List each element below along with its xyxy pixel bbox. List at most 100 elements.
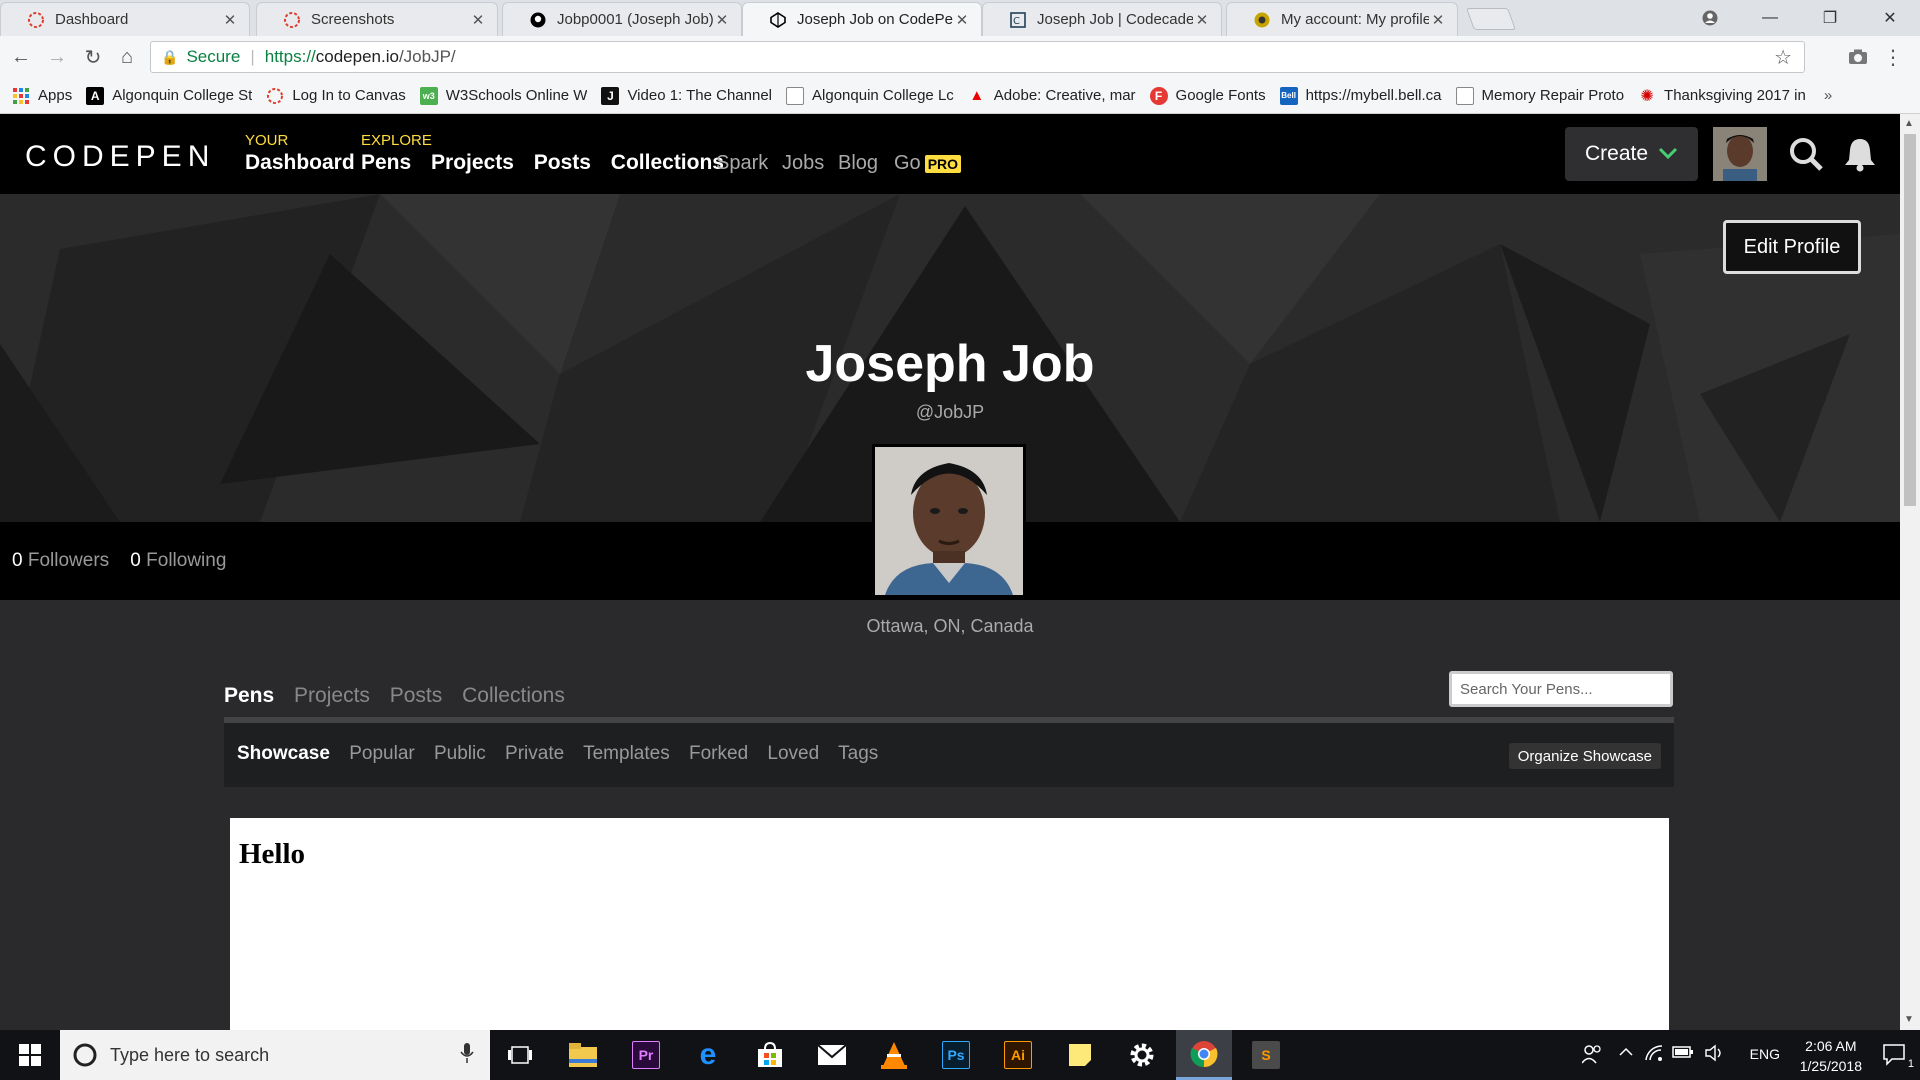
bookmark-apps[interactable]: Apps	[12, 87, 72, 105]
subtab-loved[interactable]: Loved	[767, 743, 819, 764]
sticky-notes-icon[interactable]	[1052, 1030, 1108, 1080]
close-icon[interactable]: ✕	[1193, 11, 1211, 29]
camera-icon[interactable]	[1845, 44, 1871, 70]
tab-posts[interactable]: Posts	[390, 684, 443, 707]
browser-tab-codepen[interactable]: Joseph Job on CodePen ✕	[742, 2, 982, 36]
scroll-down-arrow-icon[interactable]: ▼	[1904, 1014, 1914, 1025]
bookmark-memory-repair[interactable]: Memory Repair Proto	[1455, 86, 1624, 105]
nav-spark[interactable]: Spark	[716, 152, 768, 175]
mail-icon[interactable]	[804, 1030, 860, 1080]
bookmark-label: W3Schools Online W	[445, 87, 588, 104]
illustrator-icon[interactable]: Ai	[990, 1030, 1046, 1080]
followers-link[interactable]: 0 Followers	[12, 550, 109, 571]
microphone-icon[interactable]	[460, 1042, 474, 1069]
codepen-logo[interactable]: CODEPEN	[25, 140, 215, 174]
scroll-up-arrow-icon[interactable]: ▲	[1904, 118, 1914, 129]
nav-blog[interactable]: Blog	[838, 152, 878, 175]
avatar[interactable]	[1713, 127, 1767, 181]
windows-start-button[interactable]	[0, 1030, 60, 1080]
battery-icon[interactable]	[1672, 1045, 1694, 1062]
subtab-popular[interactable]: Popular	[349, 743, 415, 764]
close-icon[interactable]: ✕	[221, 11, 239, 29]
profile-name: Joseph Job	[805, 335, 1095, 393]
nav-dashboard[interactable]: Dashboard	[245, 151, 355, 174]
store-icon[interactable]	[742, 1030, 798, 1080]
close-icon[interactable]: ✕	[953, 11, 971, 29]
chevron-up-icon[interactable]	[1618, 1044, 1634, 1063]
close-icon[interactable]: ✕	[1429, 11, 1447, 29]
nav-collections[interactable]: Collections	[611, 151, 724, 174]
bookmark-algonquin-lc[interactable]: Algonquin College Lc	[786, 86, 954, 105]
file-explorer-icon[interactable]	[555, 1030, 611, 1080]
taskbar-clock[interactable]: 2:06 AM 1/25/2018	[1800, 1036, 1862, 1076]
new-tab-button[interactable]	[1465, 8, 1517, 30]
bookmark-star-icon[interactable]: ☆	[1774, 45, 1792, 70]
nav-pens[interactable]: Pens	[361, 151, 411, 174]
close-icon[interactable]: ✕	[469, 11, 487, 29]
following-link[interactable]: 0 Following	[130, 550, 226, 571]
bell-icon[interactable]	[1843, 136, 1879, 172]
bookmark-canvas[interactable]: Log In to Canvas	[266, 87, 406, 105]
chrome-icon[interactable]	[1176, 1030, 1232, 1080]
nav-jobs[interactable]: Jobs	[782, 152, 824, 175]
nav-projects[interactable]: Projects	[431, 151, 514, 174]
restore-button[interactable]: ❐	[1800, 0, 1860, 36]
bookmark-video[interactable]: J Video 1: The Channel	[601, 86, 772, 105]
close-icon[interactable]: ✕	[713, 11, 731, 29]
close-window-button[interactable]: ✕	[1860, 0, 1920, 36]
home-icon[interactable]: ⌂	[114, 44, 140, 70]
language-indicator[interactable]: ENG	[1750, 1046, 1780, 1062]
browser-tab-dashboard[interactable]: Dashboard ✕	[0, 2, 250, 36]
tab-pens[interactable]: Pens	[224, 684, 274, 707]
bookmark-w3schools[interactable]: w3 W3Schools Online W	[419, 86, 588, 105]
task-view-icon[interactable]	[492, 1030, 548, 1080]
minimize-button[interactable]: —	[1740, 0, 1800, 36]
tab-projects[interactable]: Projects	[294, 684, 370, 707]
subtab-templates[interactable]: Templates	[583, 743, 670, 764]
taskbar-search-box[interactable]: Type here to search	[60, 1030, 490, 1080]
subtab-showcase[interactable]: Showcase	[237, 743, 330, 764]
search-icon[interactable]	[1788, 136, 1824, 172]
forward-arrow-icon[interactable]: →	[44, 44, 70, 70]
subtab-public[interactable]: Public	[434, 743, 486, 764]
edit-profile-button[interactable]: Edit Profile	[1723, 220, 1861, 274]
browser-tab-my-account[interactable]: My account: My profile | ✕	[1226, 2, 1458, 36]
more-bookmarks-icon[interactable]: »	[1824, 87, 1832, 104]
bookmark-thanksgiving[interactable]: ✺ Thanksgiving 2017 in	[1638, 87, 1805, 105]
photoshop-icon[interactable]: Ps	[928, 1030, 984, 1080]
profile-icon[interactable]	[1680, 0, 1740, 36]
volume-icon[interactable]	[1704, 1044, 1724, 1065]
back-arrow-icon[interactable]: ←	[8, 44, 34, 70]
address-bar[interactable]: 🔒 Secure | https:// codepen.io /JobJP/ ☆	[150, 41, 1805, 73]
browser-tab-github[interactable]: Jobp0001 (Joseph Job) ✕	[502, 2, 742, 36]
edge-icon[interactable]: e	[680, 1030, 736, 1080]
bookmark-adobe[interactable]: ▲ Adobe: Creative, mar	[968, 87, 1135, 105]
page-scrollbar[interactable]: ▲ ▼	[1900, 114, 1920, 1030]
sublime-icon[interactable]: S	[1238, 1030, 1294, 1080]
browser-tab-codecademy[interactable]: C Joseph Job | Codecadem ✕	[982, 2, 1222, 36]
browser-tab-screenshots[interactable]: Screenshots ✕	[256, 2, 498, 36]
menu-icon[interactable]: ⋮	[1880, 44, 1906, 70]
subtab-tags[interactable]: Tags	[838, 743, 878, 764]
search-pens-input[interactable]	[1449, 671, 1673, 707]
subtab-private[interactable]: Private	[505, 743, 564, 764]
tab-collections[interactable]: Collections	[462, 684, 565, 707]
premiere-icon[interactable]: Pr	[618, 1030, 674, 1080]
bookmark-mybell[interactable]: Bell https://mybell.bell.ca	[1279, 86, 1442, 105]
settings-icon[interactable]	[1114, 1030, 1170, 1080]
reload-icon[interactable]: ↻	[80, 44, 106, 70]
nav-posts[interactable]: Posts	[534, 151, 591, 174]
vlc-icon[interactable]	[866, 1030, 922, 1080]
notifications-icon[interactable]	[1882, 1043, 1908, 1070]
scroll-thumb[interactable]	[1904, 134, 1916, 506]
bookmark-google-fonts[interactable]: F Google Fonts	[1149, 86, 1266, 105]
organize-showcase-button[interactable]: Organize Showcase	[1508, 743, 1661, 769]
bookmark-algonquin-st[interactable]: A Algonquin College St	[86, 86, 252, 105]
subtab-forked[interactable]: Forked	[689, 743, 748, 764]
nav-go-pro[interactable]: Go PRO	[894, 152, 962, 175]
people-icon[interactable]	[1581, 1044, 1602, 1067]
wifi-icon[interactable]	[1644, 1044, 1664, 1065]
pen-preview-card[interactable]: Hello	[230, 818, 1669, 1030]
create-button[interactable]: Create	[1565, 127, 1698, 181]
cbc-icon: ✺	[1640, 87, 1654, 105]
